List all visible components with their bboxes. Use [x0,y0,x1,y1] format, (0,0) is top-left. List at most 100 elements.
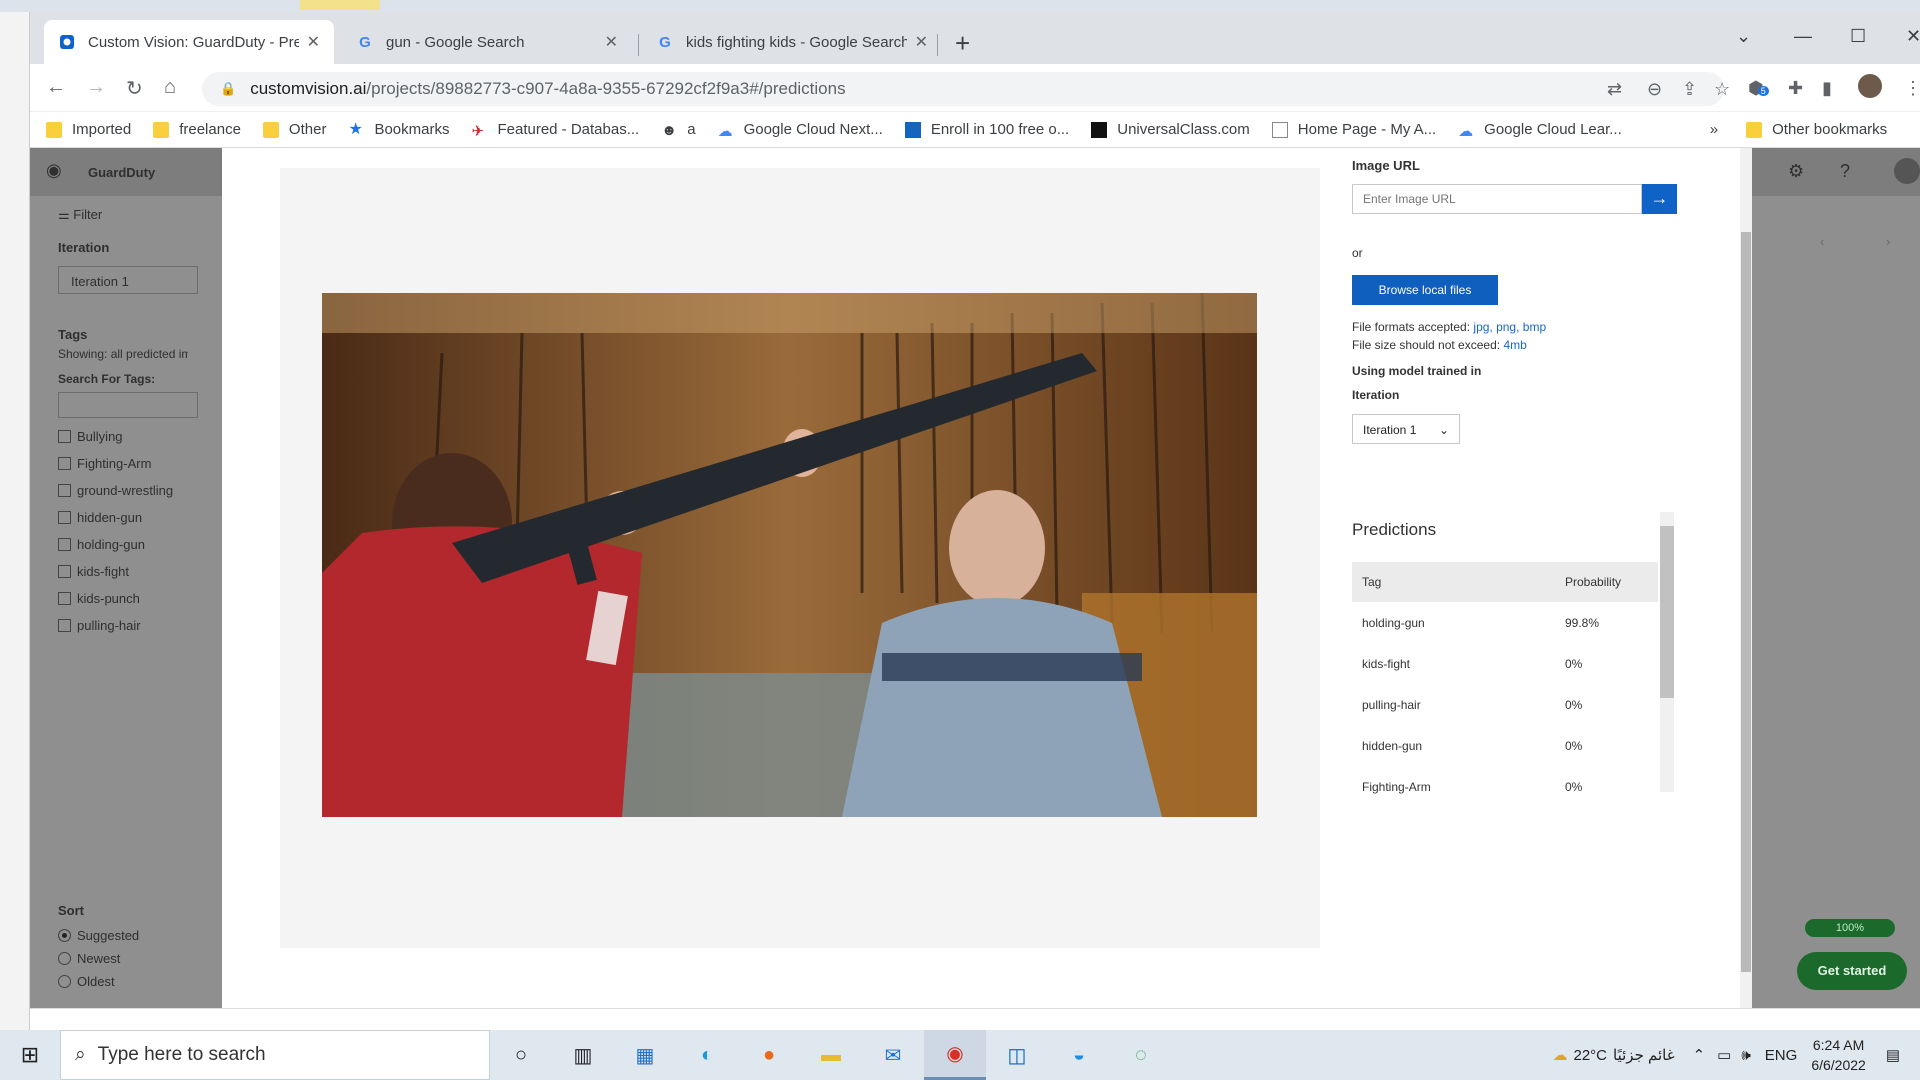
tag-filter-item[interactable]: kids-punch [58,591,140,606]
bookmark-other[interactable]: Other [262,121,326,138]
bookmark-google-cloud-next[interactable]: ☁ Google Cloud Next... [718,121,883,140]
tag-filter-item[interactable]: Bullying [58,429,123,444]
weather-text[interactable]: غائم جزئيًا [1613,1046,1675,1064]
checkbox[interactable] [58,592,71,605]
menu-icon[interactable]: ⋮ [1904,78,1920,99]
checkbox[interactable] [58,457,71,470]
side-panel-icon[interactable]: ▮ [1822,78,1832,99]
maximize-icon[interactable]: ☐ [1850,26,1866,47]
bookmark-a[interactable]: ☻ a [661,121,695,139]
tag-filter-item[interactable]: ground-wrestling [58,483,173,498]
bookmark-star-icon[interactable]: ☆ [1714,79,1730,100]
sort-option[interactable]: Oldest [58,974,115,989]
radio-button[interactable] [58,952,71,965]
tag-filter-item[interactable]: kids-fight [58,564,129,579]
app-icon[interactable]: ◌ [1110,1030,1172,1080]
weather-temp[interactable]: 22°C [1574,1047,1608,1064]
file-explorer-icon[interactable]: ▬ [800,1030,862,1080]
clock[interactable]: 6:24 AM 6/6/2022 [1811,1035,1866,1075]
language-indicator[interactable]: ENG [1765,1047,1798,1064]
taskbar-search[interactable]: ⌕ Type here to search [60,1030,490,1080]
chrome-icon[interactable]: ◉ [924,1030,986,1080]
edge-icon[interactable]: ◐ [676,1030,738,1080]
filter-button[interactable]: ⚌ Filter [58,207,102,223]
puzzle-icon[interactable]: ✚ [1788,78,1803,99]
firefox-icon[interactable]: ● [738,1030,800,1080]
mail-icon[interactable]: ✉ [862,1030,924,1080]
bookmark-other-bookmarks[interactable]: Other bookmarks [1746,121,1887,138]
task-view-icon[interactable]: ▥ [552,1030,614,1080]
radio-button[interactable] [58,929,71,942]
tag-filter-item[interactable]: Fighting-Arm [58,456,151,471]
translate-icon[interactable]: ⇄ [1607,79,1622,100]
share-icon[interactable]: ⇪ [1682,79,1697,100]
predictions-scrollbar[interactable] [1660,512,1674,792]
tag-filter-item[interactable]: pulling-hair [58,618,141,633]
forward-icon[interactable]: → [86,76,106,99]
outlook-icon[interactable]: ◫ [986,1030,1048,1080]
submit-url-button[interactable]: → [1642,184,1677,214]
browse-local-files-button[interactable]: Browse local files [1352,275,1498,305]
bookmark-bookmarks[interactable]: ★ Bookmarks [348,121,449,138]
image-url-input[interactable] [1352,184,1642,214]
iteration-select[interactable]: Iteration 1 ⌄ [1352,414,1460,444]
iteration-dropdown[interactable]: Iteration 1 [58,266,198,294]
close-window-icon[interactable]: ✕ [1906,26,1920,47]
tag-filter-item[interactable]: holding-gun [58,537,145,552]
checkbox[interactable] [58,484,71,497]
extension-icon[interactable]: ⬢5 [1748,78,1769,99]
bookmark-home-page[interactable]: Home Page - My A... [1271,121,1436,138]
back-icon[interactable]: ← [46,76,66,99]
weather-icon[interactable]: ☁ [1553,1046,1568,1064]
radio-button[interactable] [58,975,71,988]
bookmark-freelance[interactable]: freelance [153,121,241,138]
store-icon[interactable]: ▦ [614,1030,676,1080]
chevron-right-icon[interactable]: › [1886,234,1890,249]
docker-icon[interactable]: ◒ [1048,1030,1110,1080]
profile-avatar[interactable] [1858,74,1882,98]
get-started-button[interactable]: Get started [1797,952,1907,990]
checkbox[interactable] [58,565,71,578]
modal-scrollbar[interactable] [1740,148,1752,1010]
address-bar[interactable]: 🔒 customvision.ai/projects/89882773-c907… [202,72,1730,106]
close-icon[interactable]: ✕ [307,32,320,52]
more-bookmarks-button[interactable]: » [1710,121,1718,138]
search-tags-input[interactable] [58,392,198,418]
checkbox[interactable] [58,619,71,632]
zoom-icon[interactable]: ⊖ [1647,79,1662,100]
tab-kids-search[interactable]: G kids fighting kids - Google Search ✕ [642,20,942,64]
chevron-left-icon[interactable]: ‹ [1820,234,1824,249]
reload-icon[interactable]: ↻ [126,76,143,101]
volume-icon[interactable]: 🕪 [1741,1047,1750,1064]
bookmark-imported[interactable]: Imported [46,121,131,138]
sort-option[interactable]: Suggested [58,928,139,943]
bookmark-universalclass[interactable]: UniversalClass.com [1091,121,1250,138]
tag-filter-item[interactable]: hidden-gun [58,510,142,525]
bookmark-google-cloud-learn[interactable]: ☁ Google Cloud Lear... [1458,121,1622,140]
home-icon[interactable]: ⌂ [164,76,176,99]
user-avatar[interactable] [1894,158,1920,184]
checkbox[interactable] [58,511,71,524]
network-icon[interactable]: ▭ [1717,1046,1731,1064]
settings-icon[interactable]: ⚙ [1788,161,1804,182]
tab-gun-search[interactable]: G gun - Google Search ✕ [342,20,632,64]
tab-custom-vision[interactable]: Custom Vision: GuardDuty - Predictions ✕ [44,20,334,64]
minimize-icon[interactable]: — [1794,26,1812,47]
bookmark-enroll[interactable]: Enroll in 100 free o... [904,121,1069,138]
help-icon[interactable]: ? [1840,161,1850,182]
predictions-scroll-thumb[interactable] [1660,526,1674,698]
close-icon[interactable]: ✕ [915,32,928,52]
checkbox[interactable] [58,538,71,551]
chevron-up-icon[interactable]: ⌃ [1693,1046,1706,1064]
project-name[interactable]: GuardDuty [88,165,155,180]
sort-option[interactable]: Newest [58,951,120,966]
cortana-icon[interactable]: ○ [490,1030,552,1080]
checkbox[interactable] [58,430,71,443]
notifications-icon[interactable]: ▤ [1886,1046,1900,1064]
new-tab-button[interactable]: + [955,30,970,56]
tab-search-icon[interactable]: ⌄ [1736,26,1751,47]
modal-scroll-thumb[interactable] [1741,232,1751,972]
start-button[interactable]: ⊞ [0,1030,60,1080]
bookmark-featured[interactable]: ✈ Featured - Databas... [471,121,639,140]
close-icon[interactable]: ✕ [605,32,618,52]
